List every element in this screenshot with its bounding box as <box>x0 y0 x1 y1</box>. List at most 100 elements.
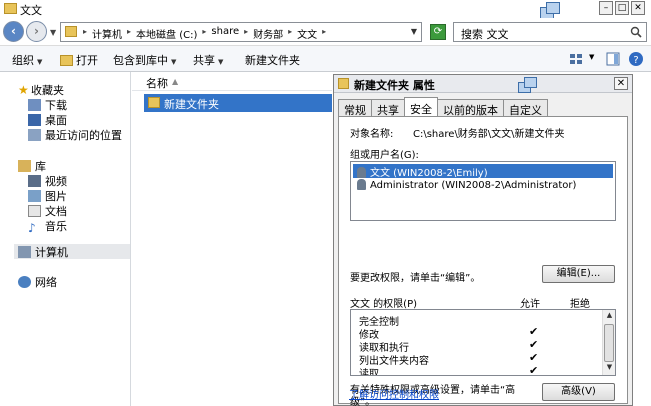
address-dropdown-icon[interactable]: ▼ <box>411 27 417 36</box>
music-icon: ♪ <box>28 221 36 235</box>
computer-icon <box>18 246 31 258</box>
tab-sharing[interactable]: 共享 <box>371 99 405 117</box>
include-in-library-label: 包含到库中 <box>113 54 168 67</box>
include-in-library-button[interactable]: 包含到库中 ▼ <box>113 52 176 68</box>
permission-row: 完全控制 <box>359 313 599 328</box>
scrollbar-thumb[interactable] <box>604 324 614 362</box>
file-name: 新建文件夹 <box>164 98 219 111</box>
user-icon <box>357 179 366 190</box>
folder-icon <box>4 3 17 14</box>
network-icon <box>18 276 31 288</box>
picture-icon <box>28 190 41 202</box>
sidebar-item-videos[interactable]: 视频 <box>28 173 67 189</box>
refresh-icon[interactable]: ⟳ <box>430 24 446 40</box>
tab-previous-versions[interactable]: 以前的版本 <box>437 99 504 117</box>
history-dropdown-icon[interactable]: ▼ <box>50 28 56 37</box>
allow-check: ✔ <box>529 325 539 338</box>
list-item[interactable]: 新建文件夹 <box>144 94 332 112</box>
tab-general[interactable]: 常规 <box>338 99 372 117</box>
address-bar: ‹ › ▼ ▸ 计算机 ▸ 本地磁盘 (C:) ▸ share ▸ 财务部 ▸ … <box>0 18 651 46</box>
scroll-up-icon[interactable]: ▲ <box>604 311 615 322</box>
sidebar-item-favorites[interactable]: ★ 收藏夹 <box>18 82 64 98</box>
tab-customize[interactable]: 自定义 <box>503 99 548 117</box>
help-icon[interactable]: ? <box>628 51 644 67</box>
user-name: Administrator (WIN2008-2\Administrator) <box>370 180 577 191</box>
close-icon[interactable]: ✕ <box>631 1 645 15</box>
download-icon <box>28 99 41 111</box>
deny-header: 拒绝 <box>570 299 590 310</box>
svg-text:?: ? <box>633 55 638 66</box>
permission-row: 列出文件夹内容 ✔ <box>359 351 599 367</box>
permissions-header: 文文 的权限(P) <box>350 299 418 310</box>
sidebar-item-label: 最近访问的位置 <box>45 129 122 142</box>
search-icon[interactable] <box>630 26 642 38</box>
chevron-down-icon: ▼ <box>171 58 177 66</box>
tab-strip: 常规 共享 安全 以前的版本 自定义 <box>338 97 548 117</box>
sidebar-item-libraries[interactable]: 库 <box>18 158 46 174</box>
chevron-down-icon: ▼ <box>218 58 224 66</box>
advanced-button[interactable]: 高级(V) <box>542 383 615 401</box>
permission-row: 修改 ✔ <box>359 325 599 341</box>
breadcrumb-item[interactable]: 财务部 <box>253 26 283 41</box>
views-dropdown-icon[interactable]: ▼ <box>589 53 594 61</box>
user-row[interactable]: 文文 (WIN2008-2\Emily) <box>353 164 613 179</box>
properties-dialog: 新建文件夹 属性 ✕ 常规 共享 安全 以前的版本 自定义 对象名称: C:\s… <box>333 74 633 406</box>
open-button[interactable]: 打开 <box>60 52 98 68</box>
sidebar-item-label: 下载 <box>45 99 67 112</box>
allow-check: ✔ <box>529 364 539 376</box>
allow-check: ✔ <box>529 351 539 364</box>
object-name-value: C:\share\财务部\文文\新建文件夹 <box>413 129 565 140</box>
permissions-scrollbar[interactable]: ▲ ▼ <box>602 310 615 375</box>
groups-label: 组或用户名(G): <box>350 150 419 161</box>
breadcrumb: ▸ 计算机 ▸ 本地磁盘 (C:) ▸ share ▸ 财务部 ▸ 文文 ▸ <box>83 26 327 41</box>
learn-access-control-link[interactable]: 了解访问控制和权限 <box>349 386 439 401</box>
sidebar-item-label: 文档 <box>45 205 67 218</box>
sidebar-item-music[interactable]: ♪ 音乐 <box>28 218 67 235</box>
permissions-list[interactable]: 完全控制 修改✔ 读取和执行✔ 列出文件夹内容✔ 读取✔ 写入✔ ▲ ▼ <box>350 309 616 376</box>
maximize-icon[interactable]: □ <box>615 1 629 15</box>
search-input[interactable]: 搜索 文文 <box>453 22 647 42</box>
dialog-titlebar: 新建文件夹 属性 ✕ <box>334 75 632 93</box>
sidebar-item-downloads[interactable]: 下载 <box>28 97 67 113</box>
name-column-header[interactable]: 名称 ▲ <box>132 72 332 91</box>
views-icon[interactable] <box>568 51 584 67</box>
breadcrumb-item[interactable]: 本地磁盘 (C:) <box>136 26 197 41</box>
sidebar-item-pictures[interactable]: 图片 <box>28 188 67 204</box>
edit-button[interactable]: 编辑(E)... <box>542 265 615 283</box>
close-icon[interactable]: ✕ <box>614 77 628 90</box>
chevron-down-icon: ▼ <box>37 58 43 66</box>
tab-security[interactable]: 安全 <box>404 97 438 116</box>
sidebar-item-network[interactable]: 网络 <box>18 274 57 290</box>
new-folder-button[interactable]: 新建文件夹 <box>245 52 300 68</box>
library-icon <box>18 160 31 172</box>
breadcrumb-item[interactable]: 计算机 <box>92 26 122 41</box>
address-input[interactable]: ▸ 计算机 ▸ 本地磁盘 (C:) ▸ share ▸ 财务部 ▸ 文文 ▸ ▼ <box>60 22 422 42</box>
file-list: 名称 ▲ 新建文件夹 <box>132 72 332 406</box>
permission-row: 读取 ✔ <box>359 364 599 376</box>
scroll-down-icon[interactable]: ▼ <box>604 363 615 374</box>
sidebar-item-computer[interactable]: 计算机 <box>14 244 130 259</box>
desktop-icon <box>28 114 41 126</box>
breadcrumb-item[interactable]: share <box>211 26 239 41</box>
sidebar-item-desktop[interactable]: 桌面 <box>28 112 67 128</box>
forward-button[interactable]: › <box>26 21 47 42</box>
star-icon: ★ <box>18 83 29 97</box>
sidebar-item-label: 网络 <box>35 276 57 289</box>
sidebar-item-documents[interactable]: 文档 <box>28 203 67 219</box>
share-button[interactable]: 共享 ▼ <box>193 52 223 68</box>
sidebar-item-label: 图片 <box>45 190 67 203</box>
command-bar: 组织 ▼ 打开 包含到库中 ▼ 共享 ▼ 新建文件夹 ▼ ? <box>0 46 651 72</box>
user-name: 文文 (WIN2008-2\Emily) <box>370 168 488 179</box>
preview-pane-icon[interactable] <box>605 51 621 67</box>
organize-button[interactable]: 组织 ▼ <box>12 52 42 68</box>
minimize-icon[interactable]: – <box>599 1 613 15</box>
back-button[interactable]: ‹ <box>3 21 24 42</box>
sort-ascending-icon: ▲ <box>172 77 179 86</box>
user-icon <box>357 167 366 178</box>
breadcrumb-item[interactable]: 文文 <box>297 26 317 41</box>
sidebar-item-recent[interactable]: 最近访问的位置 <box>28 127 122 143</box>
user-row[interactable]: Administrator (WIN2008-2\Administrator) <box>353 179 613 193</box>
sidebar-item-label: 收藏夹 <box>31 84 64 97</box>
user-list[interactable]: 文文 (WIN2008-2\Emily) Administrator (WIN2… <box>350 161 616 221</box>
window-titlebar: 文文 – □ ✕ <box>0 0 651 19</box>
